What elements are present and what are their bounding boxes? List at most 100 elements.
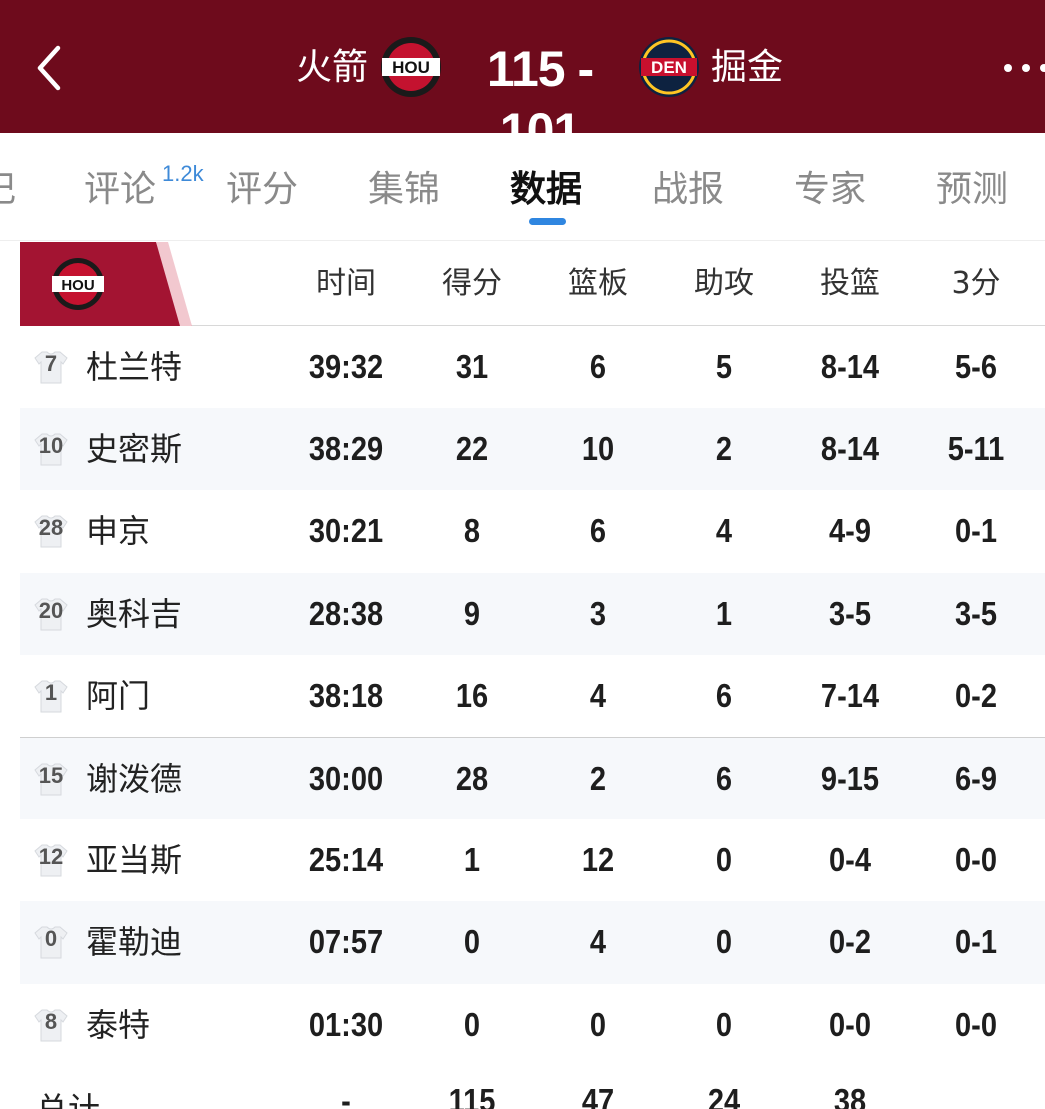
player-name[interactable]: 泰特 (86, 984, 150, 1066)
home-team-name[interactable]: 火箭 (296, 42, 368, 94)
column-header-three-pointers[interactable]: 3分 (921, 242, 1031, 326)
tab-highlights[interactable]: 集锦 (368, 167, 440, 213)
player-name[interactable]: 阿门 (86, 655, 150, 737)
tab-predictions[interactable]: 预测 (936, 167, 1008, 213)
stat-cell-assists: 5 (715, 348, 733, 385)
stat-cell-points: 31 (455, 348, 489, 385)
active-tab-indicator (529, 218, 566, 225)
stat-cell-rebounds: 0 (589, 1005, 607, 1043)
table-row[interactable]: 10 史密斯 38:29 22 10 2 8-14 5-11 (20, 408, 1045, 491)
stat-cell-points: 9 (463, 594, 481, 632)
stat-cell-minutes: 07:57 (308, 923, 384, 961)
stat-cell-minutes: 30:00 (308, 759, 384, 797)
stat-cell-rebounds: 2 (589, 759, 607, 797)
stat-cell-three-pointers: 0-1 (955, 512, 997, 550)
stat-cell-points: 16 (455, 676, 489, 714)
stat-cell-rebounds: 10 (581, 430, 615, 468)
stat-cell-field-goals: 9-15 (820, 759, 880, 797)
stat-cell-points: 8 (463, 512, 481, 550)
table-row[interactable]: 1 阿门 38:18 16 4 6 7-14 0-2 (20, 655, 1045, 737)
total-cell-points: 115 (448, 1081, 496, 1109)
comment-count-badge: 1.2k (162, 161, 204, 186)
stat-cell-field-goals: 4-9 (829, 512, 871, 550)
away-team-name[interactable]: 掘金 (711, 42, 783, 94)
stat-cell-field-goals: 0-0 (829, 1005, 871, 1043)
den-logo-text: DEN (651, 58, 687, 77)
stat-cell-three-pointers: 0-0 (955, 1005, 997, 1043)
stat-cell-points: 1 (463, 841, 481, 879)
stat-cell-minutes: 38:29 (308, 430, 384, 468)
tab-ratings[interactable]: 评分 (226, 167, 298, 213)
stat-cell-minutes: 01:30 (308, 1005, 384, 1043)
stat-cell-minutes: 38:18 (308, 676, 384, 714)
player-name[interactable]: 申京 (86, 490, 150, 572)
jersey-number: 10 (38, 433, 64, 459)
jersey-number: 15 (38, 762, 64, 788)
stat-cell-assists: 0 (715, 923, 733, 961)
column-header-rebounds[interactable]: 篮板 (543, 242, 653, 326)
player-name[interactable]: 霍勒迪 (86, 901, 182, 983)
stat-cell-assists: 1 (715, 594, 733, 632)
stat-cell-three-pointers: 0-2 (955, 676, 997, 714)
more-options-icon[interactable] (1000, 58, 1045, 78)
hou-logo-text: HOU (392, 58, 430, 77)
den-team-logo-icon[interactable]: DEN (638, 36, 700, 98)
total-label: 总计 (36, 1089, 101, 1109)
tab-experts[interactable]: 专家 (794, 167, 866, 213)
hou-team-logo-icon[interactable]: HOU (380, 36, 442, 98)
column-header-assists[interactable]: 助攻 (669, 242, 779, 326)
table-row[interactable]: 8 泰特 01:30 0 0 0 0-0 0-0 (20, 984, 1045, 1066)
stat-cell-rebounds: 12 (581, 841, 615, 879)
player-name[interactable]: 杜兰特 (86, 326, 182, 408)
total-cell-minutes: - (341, 1081, 351, 1109)
table-header: HOU 时间 得分 篮板 助攻 投篮 3分 (20, 242, 1045, 326)
stat-cell-assists: 6 (715, 676, 733, 714)
player-name[interactable]: 谢泼德 (86, 738, 182, 820)
stat-cell-field-goals: 0-4 (829, 841, 871, 879)
stat-cell-rebounds: 6 (589, 348, 607, 385)
table-row[interactable]: 15 谢泼德 30:00 28 2 6 9-15 6-9 (20, 736, 1045, 820)
tab-stats[interactable]: 数据 (510, 167, 582, 213)
total-cell-field-goals: 38 (833, 1081, 867, 1109)
player-name[interactable]: 奥科吉 (86, 573, 182, 655)
stat-cell-minutes: 28:38 (308, 594, 384, 632)
stat-cell-rebounds: 4 (589, 676, 607, 714)
stat-cell-three-pointers: 0-1 (955, 923, 997, 961)
column-header-field-goals[interactable]: 投篮 (795, 242, 905, 326)
stat-cell-points: 0 (463, 1005, 481, 1043)
stat-cell-field-goals: 8-14 (820, 348, 880, 385)
jersey-number: 1 (44, 679, 58, 705)
stat-cell-field-goals: 8-14 (820, 430, 880, 468)
stat-cell-rebounds: 6 (589, 512, 607, 550)
jersey-number: 8 (44, 1008, 58, 1034)
box-score-table: HOU 时间 得分 篮板 助攻 投篮 3分 7 杜兰特 39:32 31 6 5 8-14 5… (20, 242, 1045, 1109)
stat-cell-field-goals: 7-14 (820, 676, 880, 714)
table-row[interactable]: 28 申京 30:21 8 6 4 4-9 0-1 (20, 490, 1045, 572)
table-row[interactable]: 12 亚当斯 25:14 1 12 0 0-4 0-0 (20, 819, 1045, 901)
column-header-minutes[interactable]: 时间 (291, 242, 401, 326)
tab-partial[interactable]: 记 (0, 167, 16, 213)
stat-cell-points: 0 (463, 923, 481, 961)
column-header-points[interactable]: 得分 (417, 242, 527, 326)
stat-cell-assists: 2 (715, 430, 733, 468)
stat-cell-assists: 0 (715, 841, 733, 879)
tab-comments[interactable]: 评论 (84, 167, 156, 213)
tab-report[interactable]: 战报 (652, 167, 724, 213)
table-row[interactable]: 0 霍勒迪 07:57 0 4 0 0-2 0-1 (20, 901, 1045, 984)
total-cell-assists: 24 (707, 1081, 741, 1109)
stat-cell-points: 22 (455, 430, 489, 468)
team-selector-tab[interactable]: HOU (20, 242, 192, 326)
stat-cell-minutes: 39:32 (308, 348, 384, 385)
tab-bar: 记 评论 1.2k 评分 集锦 数据 战报 专家 预测 (0, 133, 1045, 241)
jersey-number: 0 (44, 926, 58, 952)
total-row: 总计 - 115 47 24 38 (20, 1066, 1045, 1109)
back-arrow-icon[interactable] (34, 44, 64, 92)
stat-cell-rebounds: 4 (589, 923, 607, 961)
stat-cell-minutes: 30:21 (308, 512, 384, 550)
stat-cell-three-pointers: 6-9 (955, 759, 997, 797)
player-name[interactable]: 亚当斯 (86, 819, 182, 901)
table-row[interactable]: 20 奥科吉 28:38 9 3 1 3-5 3-5 (20, 572, 1045, 655)
game-header: 火箭 HOU 115 - 101 DEN 掘金 (0, 0, 1045, 159)
player-name[interactable]: 史密斯 (86, 408, 182, 490)
table-row[interactable]: 7 杜兰特 39:32 31 6 5 8-14 5-6 (20, 326, 1045, 408)
